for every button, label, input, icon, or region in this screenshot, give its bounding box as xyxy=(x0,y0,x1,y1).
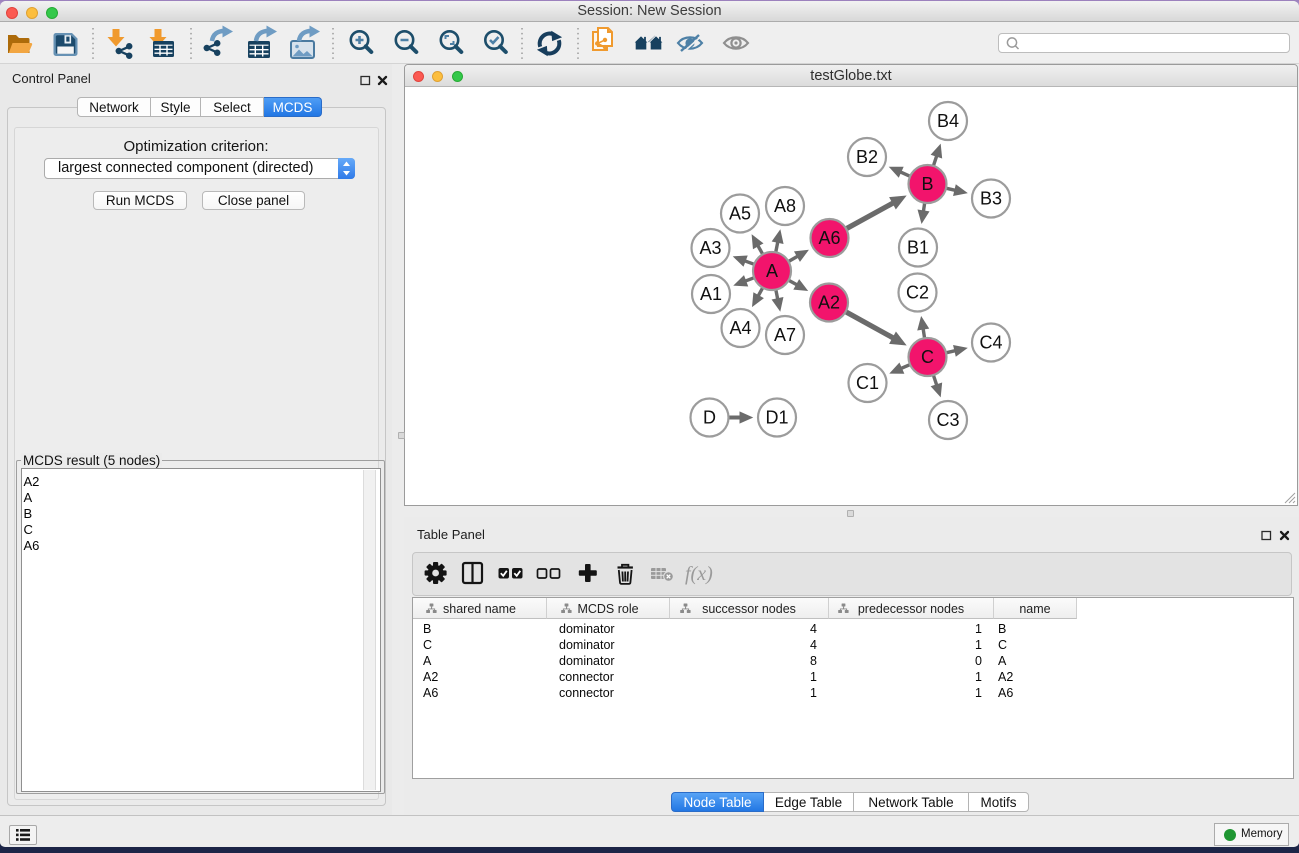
svg-text:A5: A5 xyxy=(729,204,751,224)
svg-text:B1: B1 xyxy=(907,238,929,258)
svg-text:A1: A1 xyxy=(700,284,722,304)
svg-text:A8: A8 xyxy=(774,196,796,216)
svg-text:C4: C4 xyxy=(979,333,1002,353)
svg-text:C2: C2 xyxy=(906,283,929,303)
svg-text:D: D xyxy=(703,408,716,428)
svg-text:B: B xyxy=(921,174,933,194)
svg-text:f(x): f(x) xyxy=(685,563,713,585)
svg-text:C: C xyxy=(921,347,934,367)
svg-text:D1: D1 xyxy=(765,408,788,428)
svg-text:A: A xyxy=(766,261,778,281)
svg-text:A2: A2 xyxy=(818,293,840,313)
svg-text:C1: C1 xyxy=(856,373,879,393)
svg-text:A3: A3 xyxy=(699,238,721,258)
svg-text:A4: A4 xyxy=(729,318,751,338)
svg-text:B4: B4 xyxy=(937,111,959,131)
svg-text:C3: C3 xyxy=(936,410,959,430)
svg-text:B3: B3 xyxy=(980,189,1002,209)
svg-text:B2: B2 xyxy=(856,147,878,167)
svg-text:A6: A6 xyxy=(818,228,840,248)
svg-text:A7: A7 xyxy=(774,325,796,345)
